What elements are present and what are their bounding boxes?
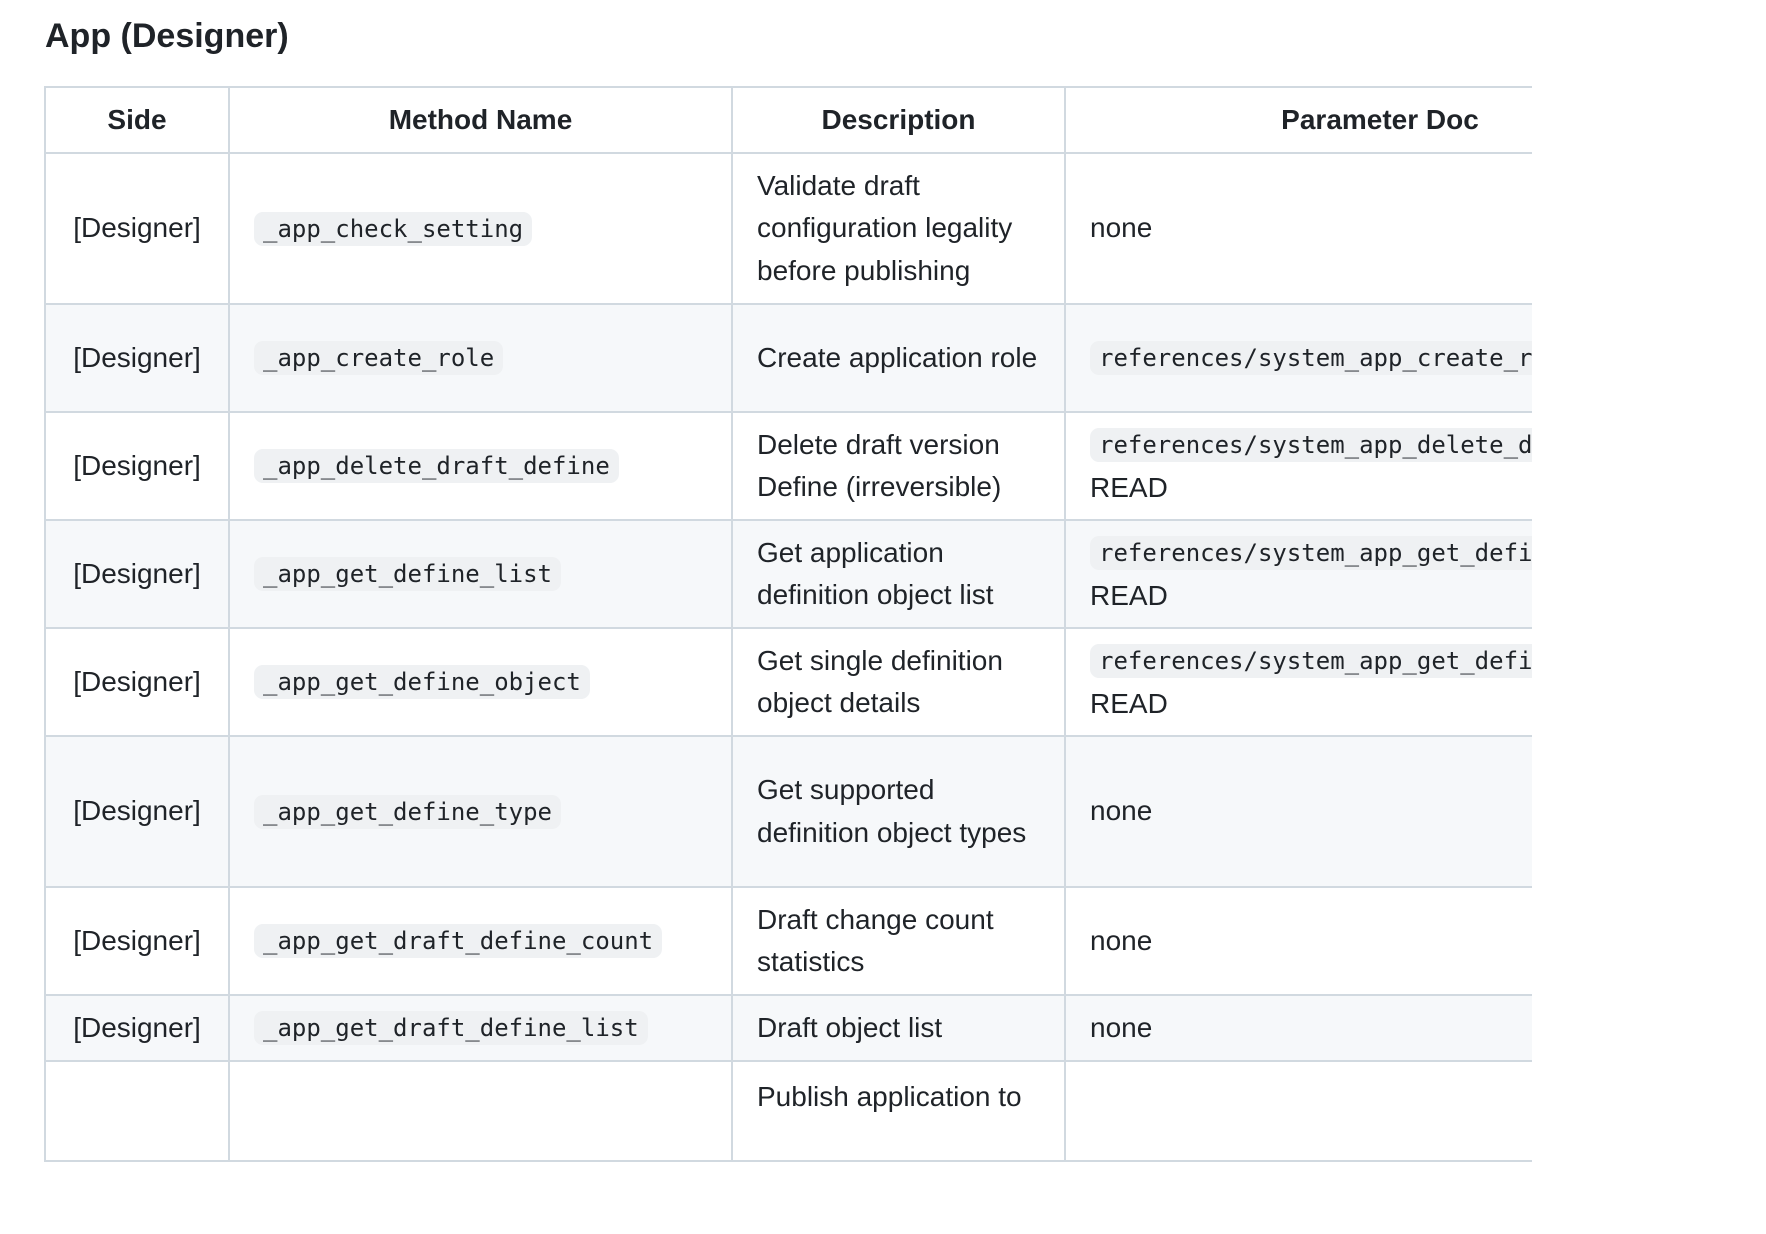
parameter-doc-text: none xyxy=(1090,795,1153,827)
parameter-doc-text: READ xyxy=(1090,579,1168,611)
method-name-code: _app_get_draft_define_list xyxy=(254,1011,648,1046)
method-name-code: _app_check_setting xyxy=(254,211,533,246)
description-cell: Draft object list xyxy=(731,994,1066,1062)
column-header-parameter-doc: Parameter Doc xyxy=(1064,86,1532,154)
parameter-doc-cell xyxy=(1064,1060,1532,1162)
parameter-doc-link-code[interactable]: references/system_app_delete_d xyxy=(1090,428,1532,462)
method-name-cell: _app_create_role xyxy=(228,303,733,413)
parameter-doc-cell: none xyxy=(1064,994,1532,1062)
side-cell: [Designer] xyxy=(44,303,230,413)
column-header-description: Description xyxy=(731,86,1066,154)
parameter-doc-link-code[interactable]: references/system_app_get_defi xyxy=(1090,536,1532,570)
description-cell: Get supported definition object types xyxy=(731,735,1066,888)
parameter-doc-text: READ xyxy=(1090,471,1168,503)
table-row: [Designer] _app_get_draft_define_count Dra… xyxy=(44,886,1532,996)
description-cell: Publish application to xyxy=(731,1060,1066,1162)
parameter-doc-cell: references/system_app_get_defi READ xyxy=(1064,519,1532,629)
method-name-code: _app_get_define_list xyxy=(254,557,561,592)
column-header-method-name: Method Name xyxy=(228,86,733,154)
method-name-cell: _app_get_define_object xyxy=(228,627,733,737)
side-cell xyxy=(44,1060,230,1162)
description-cell: Validate draft configuration legality be… xyxy=(731,152,1066,305)
table-header-row: Side Method Name Description Parameter D… xyxy=(44,86,1532,154)
method-name-code: _app_delete_draft_define xyxy=(254,449,619,484)
description-cell: Delete draft version Define (irreversibl… xyxy=(731,411,1066,521)
side-cell: [Designer] xyxy=(44,994,230,1062)
method-name-cell: _app_check_setting xyxy=(228,152,733,305)
side-cell: [Designer] xyxy=(44,627,230,737)
side-cell: [Designer] xyxy=(44,411,230,521)
table-row: [Designer] _app_delete_draft_define Delete… xyxy=(44,411,1532,521)
method-name-cell: _app_get_define_list xyxy=(228,519,733,629)
table-row: [Designer] _app_get_define_object Get sing… xyxy=(44,627,1532,737)
side-cell: [Designer] xyxy=(44,519,230,629)
method-name-code: _app_create_role xyxy=(254,341,504,376)
parameter-doc-cell: none xyxy=(1064,886,1532,996)
column-header-side: Side xyxy=(44,86,230,154)
description-cell: Create application role xyxy=(731,303,1066,413)
parameter-doc-cell: references/system_app_create_r xyxy=(1064,303,1532,413)
method-name-cell: _app_delete_draft_define xyxy=(228,411,733,521)
description-cell: Get single definition object details xyxy=(731,627,1066,737)
parameter-doc-text: none xyxy=(1090,924,1153,956)
side-cell: [Designer] xyxy=(44,152,230,305)
methods-table: Side Method Name Description Parameter D… xyxy=(44,86,1532,1162)
method-name-code: _app_get_define_type xyxy=(254,794,561,829)
method-name-cell xyxy=(228,1060,733,1162)
parameter-doc-cell: none xyxy=(1064,735,1532,888)
side-cell: [Designer] xyxy=(44,886,230,996)
parameter-doc-cell: none xyxy=(1064,152,1532,305)
table-row: [Designer] _app_get_draft_define_list Draf… xyxy=(44,994,1532,1062)
table-row: [Designer] _app_get_define_type Get suppor… xyxy=(44,735,1532,888)
table-row: [Designer] _app_get_define_list Get applic… xyxy=(44,519,1532,629)
parameter-doc-text: none xyxy=(1090,212,1153,244)
side-cell: [Designer] xyxy=(44,735,230,888)
table-row: Publish application to xyxy=(44,1060,1532,1162)
table-row: [Designer] _app_check_setting Validate dra… xyxy=(44,152,1532,305)
page-title: App (Designer) xyxy=(45,17,289,55)
method-name-cell: _app_get_draft_define_list xyxy=(228,994,733,1062)
description-cell: Get application definition object list xyxy=(731,519,1066,629)
table-row: [Designer] _app_create_role Create applica… xyxy=(44,303,1532,413)
method-name-cell: _app_get_draft_define_count xyxy=(228,886,733,996)
methods-table-container: Side Method Name Description Parameter D… xyxy=(44,86,1532,1234)
parameter-doc-link-code[interactable]: references/system_app_get_defi xyxy=(1090,644,1532,678)
description-cell: Draft change count statistics xyxy=(731,886,1066,996)
parameter-doc-cell: references/system_app_get_defi READ xyxy=(1064,627,1532,737)
method-name-code: _app_get_draft_define_count xyxy=(254,924,663,959)
method-name-cell: _app_get_define_type xyxy=(228,735,733,888)
method-name-code: _app_get_define_object xyxy=(254,665,590,700)
parameter-doc-text: none xyxy=(1090,1011,1153,1043)
parameter-doc-text: READ xyxy=(1090,687,1168,719)
parameter-doc-link-code[interactable]: references/system_app_create_r xyxy=(1090,341,1532,376)
parameter-doc-cell: references/system_app_delete_d READ xyxy=(1064,411,1532,521)
